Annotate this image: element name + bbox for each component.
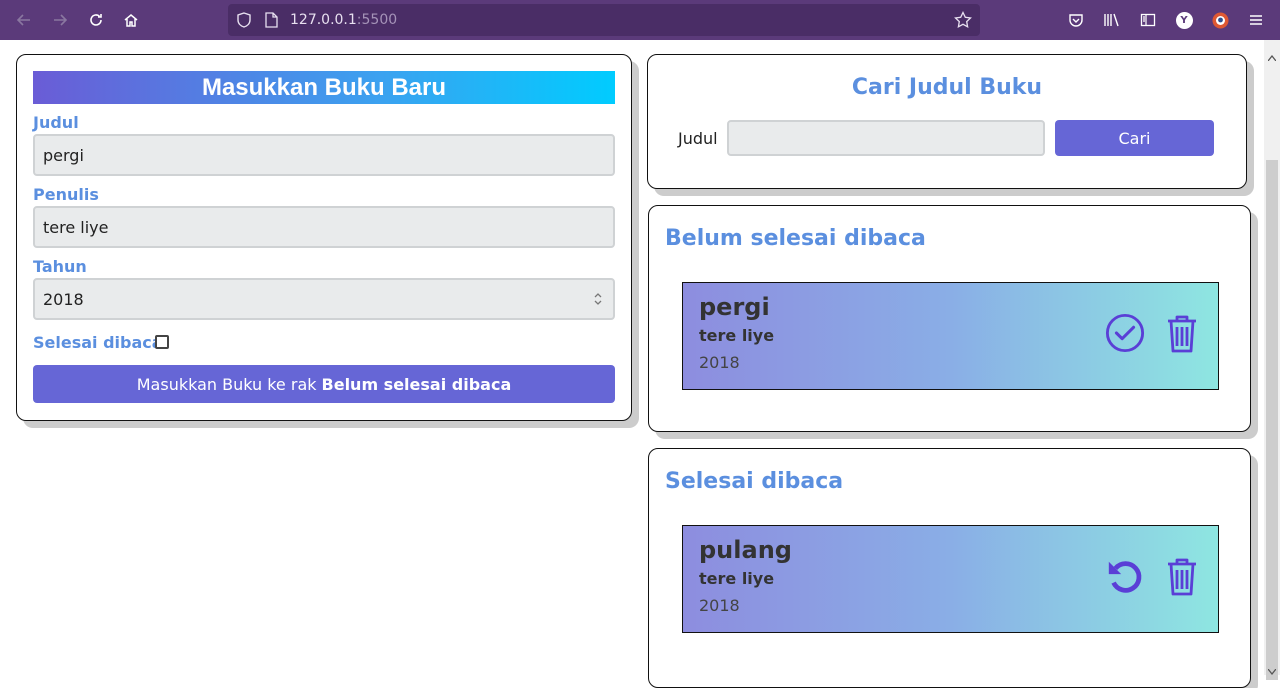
undo-icon[interactable]: [1105, 556, 1145, 596]
profile-initial: Y: [1175, 11, 1193, 29]
search-title: Cari Judul Buku: [851, 75, 1043, 100]
book-title: pulang: [699, 536, 792, 564]
delete-trash-icon[interactable]: [1162, 313, 1202, 353]
incomplete-shelf-title: Belum selesai dibaca: [665, 226, 926, 251]
submit-prefix: Masukkan Buku ke rak: [136, 374, 317, 394]
home-icon[interactable]: [119, 8, 143, 32]
complete-checkbox[interactable]: [155, 335, 169, 349]
input-title: Masukkan Buku Baru: [201, 73, 447, 101]
url-host: 127.0.0.1: [290, 12, 357, 28]
book-year: 2018: [699, 353, 740, 372]
submit-book-button[interactable]: Masukkan Buku ke rak Belum selesai dibac…: [33, 365, 615, 403]
search-book-card: Cari Judul Buku Judul Cari: [647, 54, 1247, 189]
search-label: Judul: [678, 129, 718, 148]
duckduckgo-icon[interactable]: [1208, 8, 1232, 32]
back-icon[interactable]: [12, 8, 36, 32]
url-bar[interactable]: 127.0.0.1:5500: [228, 4, 980, 36]
browser-toolbar: 127.0.0.1:5500 Y: [0, 0, 1280, 40]
year-label: Tahun: [33, 257, 87, 276]
complete-shelf: Selesai dibaca pulang tere liye 2018: [648, 448, 1251, 688]
search-button[interactable]: Cari: [1055, 120, 1214, 156]
profile-avatar[interactable]: Y: [1172, 8, 1196, 32]
reload-icon[interactable]: [84, 8, 108, 32]
book-author: tere liye: [699, 326, 775, 345]
sidebar-icon[interactable]: [1136, 8, 1160, 32]
mark-complete-icon[interactable]: [1105, 313, 1145, 353]
search-input[interactable]: [727, 120, 1045, 156]
input-book-card: Masukkan Buku Baru Judul pergi Penulis t…: [16, 54, 632, 421]
number-spinner-icon[interactable]: [593, 290, 603, 308]
delete-trash-icon[interactable]: [1162, 556, 1202, 596]
author-label: Penulis: [33, 185, 99, 204]
book-title: pergi: [699, 293, 770, 321]
book-item: pergi tere liye 2018: [682, 282, 1219, 390]
author-input[interactable]: tere liye: [33, 206, 615, 248]
page-content: Masukkan Buku Baru Judul pergi Penulis t…: [0, 40, 1264, 688]
title-input[interactable]: pergi: [33, 134, 615, 176]
input-header: Masukkan Buku Baru: [33, 71, 615, 104]
scroll-down-icon[interactable]: [1267, 660, 1277, 676]
submit-shelf-name: Belum selesai dibaca: [321, 374, 512, 394]
shield-icon[interactable]: [236, 12, 252, 32]
book-item: pulang tere liye 2018: [682, 525, 1219, 633]
library-icon[interactable]: [1100, 8, 1124, 32]
complete-shelf-title: Selesai dibaca: [665, 469, 844, 494]
pocket-icon[interactable]: [1064, 8, 1088, 32]
complete-label: Selesai dibaca: [33, 333, 163, 352]
scroll-thumb[interactable]: [1266, 160, 1278, 680]
url-text[interactable]: 127.0.0.1:5500: [290, 12, 397, 28]
scroll-up-icon[interactable]: [1267, 46, 1277, 62]
book-author: tere liye: [699, 569, 775, 588]
forward-icon[interactable]: [48, 8, 72, 32]
title-label: Judul: [33, 113, 79, 132]
year-value: 2018: [43, 289, 84, 309]
url-port: :5500: [356, 12, 398, 28]
menu-icon[interactable]: [1244, 8, 1268, 32]
bookmark-star-icon[interactable]: [954, 10, 972, 33]
book-year: 2018: [699, 596, 740, 615]
incomplete-shelf: Belum selesai dibaca pergi tere liye 201…: [648, 205, 1251, 432]
page-scrollbar[interactable]: [1264, 40, 1280, 680]
page-icon[interactable]: [264, 12, 278, 32]
year-input[interactable]: 2018: [33, 278, 615, 320]
